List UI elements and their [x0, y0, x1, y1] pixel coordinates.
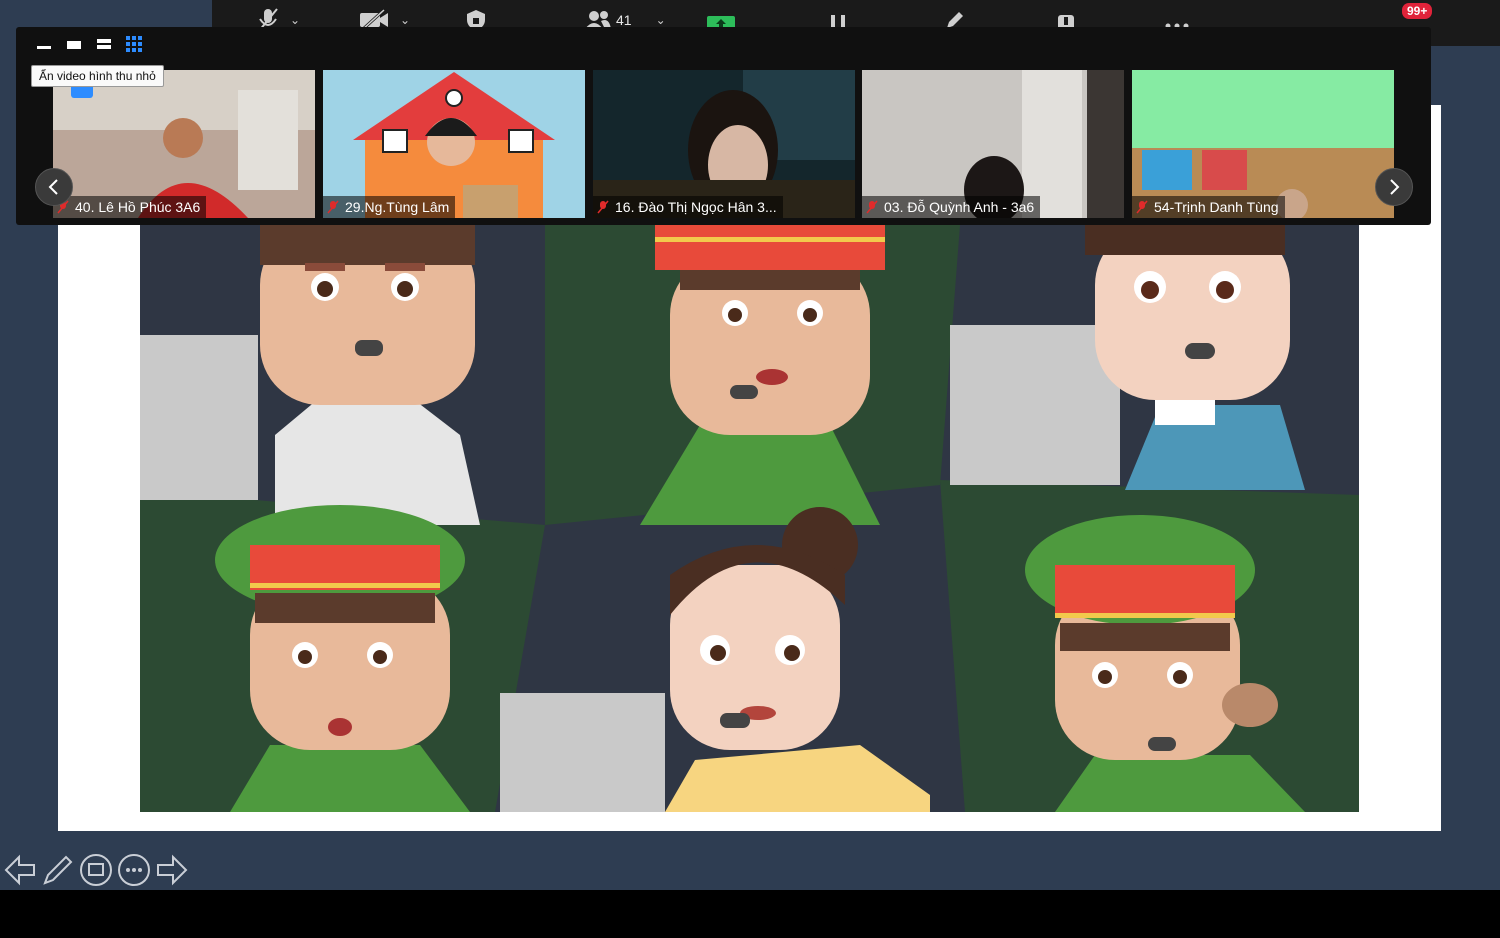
participant-name: 16. Đào Thị Ngọc Hân 3...: [615, 199, 777, 215]
options-icon[interactable]: [117, 853, 151, 887]
view-mode-switcher: [36, 36, 142, 52]
chevron-down-icon[interactable]: ⌄: [400, 13, 410, 27]
single-video-icon[interactable]: [66, 38, 82, 50]
participant-name: 40. Lê Hồ Phúc 3A6: [75, 199, 201, 215]
prev-page-button[interactable]: [35, 168, 73, 206]
character-operator-man: [260, 225, 480, 525]
participant-label: 03. Đỗ Quỳnh Anh - 3a6: [862, 196, 1041, 218]
participants-count: 41: [616, 12, 632, 28]
thumbnail-strip: Ẩn video hình thu nhỏ 40. Lê Hồ Phúc 3A6: [16, 27, 1431, 225]
chevron-down-icon[interactable]: ⌄: [656, 13, 666, 27]
minimize-icon[interactable]: [36, 38, 52, 50]
notification-badge: 99+: [1402, 3, 1433, 19]
monitor: [500, 693, 665, 812]
prev-icon: [48, 179, 58, 195]
mic-off-icon: [327, 200, 339, 214]
next-slide-icon[interactable]: [155, 853, 189, 887]
monitor: [140, 335, 258, 500]
slides-icon[interactable]: [79, 853, 113, 887]
next-page-button[interactable]: [1375, 168, 1413, 206]
mic-off-icon: [1136, 200, 1148, 214]
participant-label: 29.Ng.Tùng Lâm: [323, 196, 456, 218]
participant-name: 03. Đỗ Quỳnh Anh - 3a6: [884, 199, 1035, 215]
participant-label: 40. Lê Hồ Phúc 3A6: [53, 196, 207, 218]
mic-off-icon: [866, 200, 878, 214]
participant-tile[interactable]: 29.Ng.Tùng Lâm: [323, 70, 585, 218]
pen-icon[interactable]: [41, 853, 75, 887]
gallery-view-icon[interactable]: [126, 36, 142, 52]
tooltip: Ẩn video hình thu nhỏ: [31, 65, 164, 87]
participant-tile[interactable]: 40. Lê Hồ Phúc 3A6: [53, 70, 315, 218]
next-icon: [1390, 179, 1400, 195]
slide-illustration: [140, 225, 1359, 812]
presentation-controls: [3, 853, 189, 887]
mic-off-icon: [597, 200, 609, 214]
participant-tile[interactable]: 16. Đào Thị Ngọc Hân 3...: [593, 70, 855, 218]
participant-tile[interactable]: 54-Trịnh Danh Tùng: [1132, 70, 1394, 218]
chevron-down-icon[interactable]: ⌄: [290, 13, 300, 27]
participant-tile[interactable]: 03. Đỗ Quỳnh Anh - 3a6: [862, 70, 1124, 218]
monitor: [950, 325, 1120, 485]
participant-label: 16. Đào Thị Ngọc Hân 3...: [593, 196, 783, 218]
participant-name: 29.Ng.Tùng Lâm: [345, 199, 450, 215]
bottom-bar: [0, 890, 1500, 938]
stacked-view-icon[interactable]: [96, 38, 112, 50]
prev-slide-icon[interactable]: [3, 853, 37, 887]
character-soldier-top: [640, 225, 885, 525]
participant-label: 54-Trịnh Danh Tùng: [1132, 196, 1285, 218]
participant-name: 54-Trịnh Danh Tùng: [1154, 199, 1279, 215]
